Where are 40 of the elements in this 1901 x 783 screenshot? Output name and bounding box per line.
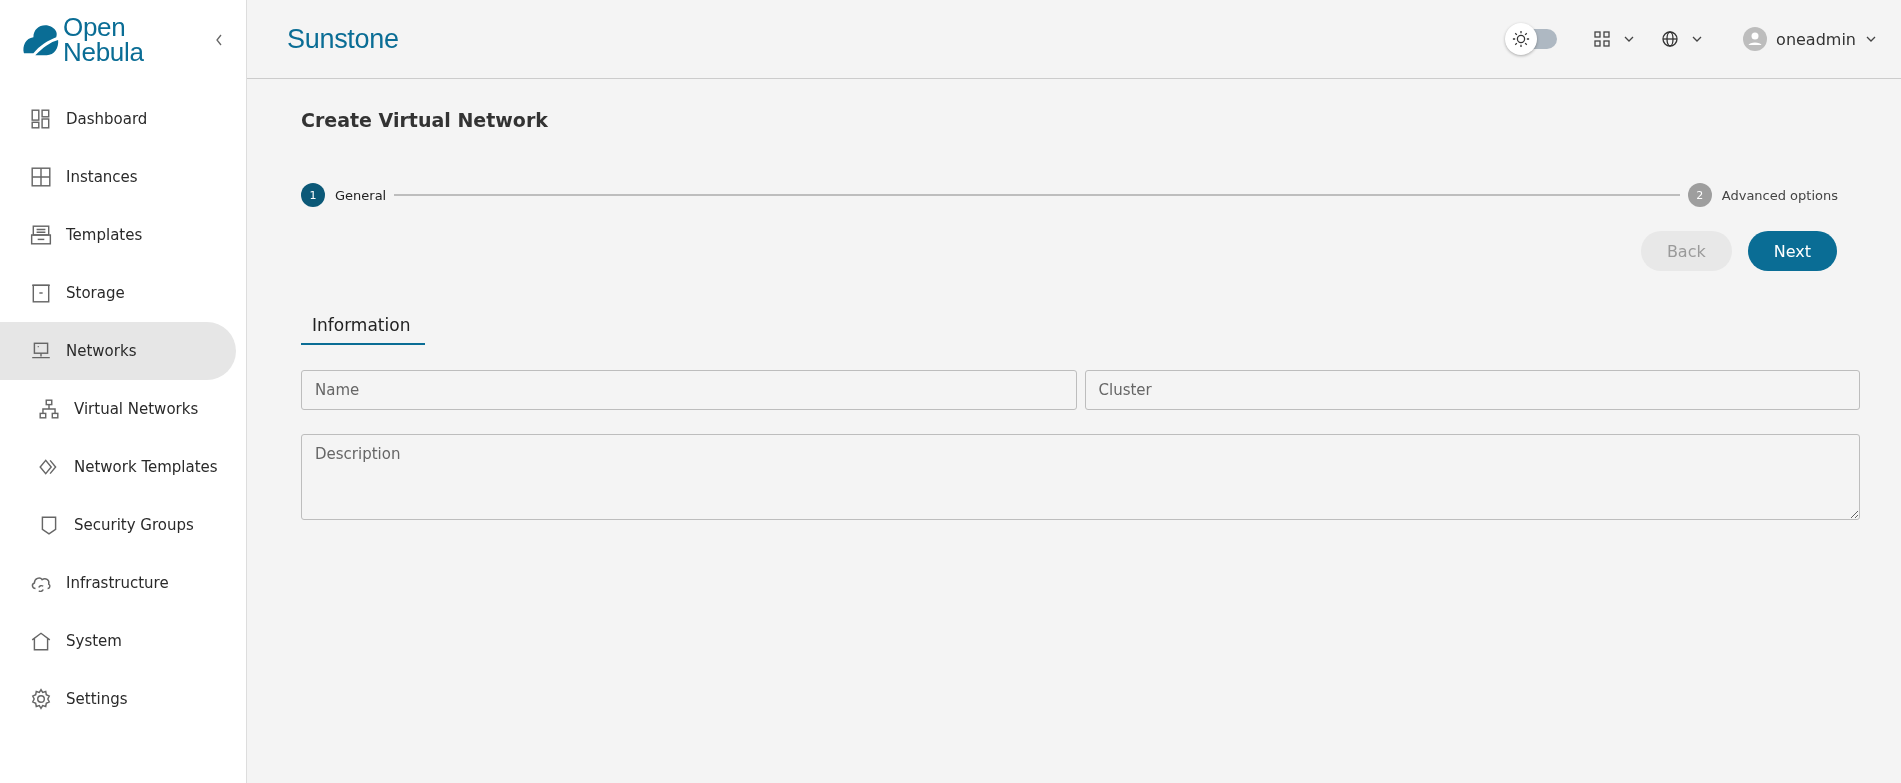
sidebar-item[interactable]: System: [0, 612, 236, 670]
avatar-icon: [1743, 27, 1768, 51]
house-icon: [30, 630, 52, 652]
caret-icon: [1865, 35, 1877, 43]
step-label: Advanced options: [1721, 187, 1838, 203]
grid-icon: [1593, 30, 1612, 48]
sun-icon: [1512, 30, 1531, 48]
page-title: Create Virtual Network: [301, 109, 549, 131]
sidebar-item[interactable]: Infrastructure: [0, 554, 236, 612]
next-button[interactable]: Next: [1747, 231, 1837, 271]
gear-icon: [30, 688, 52, 710]
box-icon: [30, 282, 52, 304]
description-field[interactable]: Description: [301, 434, 1860, 520]
step-label: General: [335, 187, 387, 203]
sidebar-item[interactable]: Templates: [0, 206, 236, 264]
caret-icon: [1623, 35, 1636, 43]
sidebar-item[interactable]: Network Templates: [0, 438, 236, 496]
sidebar-item[interactable]: Security Groups: [0, 496, 236, 554]
sidebar-item[interactable]: Storage: [0, 264, 236, 322]
sidebar-item[interactable]: Networks: [0, 322, 236, 380]
sidebar-item[interactable]: Dashboard: [0, 90, 236, 148]
text-field[interactable]: Cluster: [1084, 370, 1860, 410]
logo-text: Open Nebula: [63, 14, 145, 65]
user-menu-button[interactable]: oneadmin: [1743, 27, 1877, 51]
tab[interactable]: Information: [301, 309, 425, 345]
text-field[interactable]: Name: [301, 370, 1077, 410]
globe-icon: [1661, 30, 1680, 48]
app-title: Sunstone: [287, 23, 399, 55]
caret-icon: [1691, 35, 1704, 43]
sidebar-item[interactable]: Virtual Networks: [0, 380, 236, 438]
dashboard-icon: [30, 108, 52, 130]
theme-toggle[interactable]: [1505, 23, 1558, 55]
apps-menu-button[interactable]: [1593, 30, 1636, 48]
tray-icon: [30, 224, 52, 246]
sidebar-item[interactable]: Instances: [0, 148, 236, 206]
language-menu-button[interactable]: [1661, 30, 1704, 48]
hierarchy-icon: [38, 398, 60, 420]
grid-icon: [30, 166, 52, 188]
step-number-badge[interactable]: 1: [301, 183, 325, 207]
sidebar-item[interactable]: Settings: [0, 670, 236, 728]
